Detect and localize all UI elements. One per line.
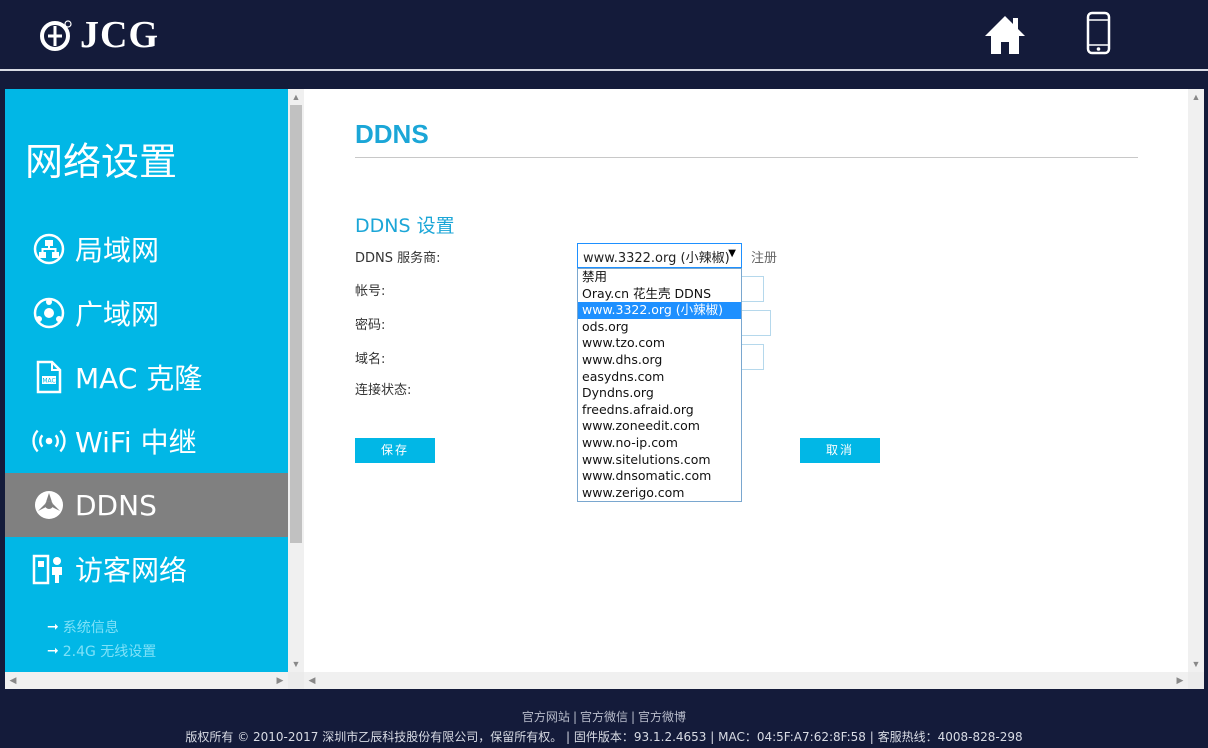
sidebar-item-wan[interactable]: 广域网 <box>5 281 288 345</box>
dropdown-option[interactable]: www.3322.org (小辣椒) <box>578 302 741 319</box>
footer-link-wechat[interactable]: 官方微信 <box>580 710 628 724</box>
dropdown-option[interactable]: freedns.afraid.org <box>578 402 741 419</box>
sidebar-item-mac-clone[interactable]: MAC MAC 克隆 <box>5 345 288 409</box>
brand-logo[interactable]: JCG <box>40 14 159 56</box>
footer-link-weibo[interactable]: 官方微博 <box>638 710 686 724</box>
dropdown-option[interactable]: www.zerigo.com <box>578 485 741 502</box>
dropdown-option[interactable]: www.sitelutions.com <box>578 452 741 469</box>
home-icon[interactable] <box>983 10 1027 63</box>
cancel-button[interactable]: 取消 <box>800 438 880 463</box>
content-vertical-scrollbar[interactable]: ▲ ▼ <box>1188 89 1204 672</box>
title-divider <box>355 157 1138 158</box>
dropdown-option[interactable]: ods.org <box>578 319 741 336</box>
sidebar-subitem-system-info[interactable]: ➞ 系统信息 <box>47 617 119 637</box>
brand-name: JCG <box>80 14 159 56</box>
sidebar-item-lan[interactable]: 局域网 <box>5 217 288 281</box>
mobile-phone-icon[interactable] <box>1085 10 1113 63</box>
scroll-left-icon[interactable]: ◀ <box>5 672 21 688</box>
provider-label: DDNS 服务商: <box>355 251 441 266</box>
sidebar-subitem-label: 系统信息 <box>62 620 119 636</box>
dropdown-option[interactable]: www.no-ip.com <box>578 435 741 452</box>
scrollbar-thumb[interactable] <box>290 105 302 543</box>
content-horizontal-scrollbar[interactable]: ◀ ▶ <box>304 672 1188 689</box>
scroll-right-icon[interactable]: ▶ <box>1172 672 1188 688</box>
sidebar-subitem-label: 2.4G 无线设置 <box>62 644 157 660</box>
header-divider <box>0 69 1208 71</box>
sidebar-vertical-scrollbar[interactable]: ▲ ▼ <box>288 89 304 672</box>
footer-link-website[interactable]: 官方网站 <box>522 710 570 724</box>
scroll-up-icon[interactable]: ▲ <box>1188 89 1204 105</box>
dropdown-option[interactable]: www.zoneedit.com <box>578 418 741 435</box>
connection-status-label: 连接状态: <box>355 383 412 398</box>
sidebar-item-wifi-repeater[interactable]: WiFi 中继 <box>5 409 288 473</box>
svg-text:MAC: MAC <box>42 378 55 385</box>
account-label: 帐号: <box>355 284 386 299</box>
sidebar-item-label: WiFi 中继 <box>75 426 197 459</box>
scroll-left-icon[interactable]: ◀ <box>304 672 320 688</box>
section-title: DDNS 设置 <box>355 215 455 237</box>
arrow-right-icon: ➞ <box>47 643 59 659</box>
sidebar-item-ddns[interactable]: DDNS <box>5 473 288 537</box>
top-header: JCG <box>0 0 1208 70</box>
sidebar-subitem-wireless-24g[interactable]: ➞ 2.4G 无线设置 <box>47 641 156 661</box>
sidebar-horizontal-scrollbar[interactable]: ◀ ▶ <box>5 672 288 689</box>
sidebar-title: 网络设置 <box>25 140 178 184</box>
footer-separator: | <box>631 710 636 724</box>
ddns-provider-dropdown-list[interactable]: 禁用 Oray.cn 花生壳 DDNS www.3322.org (小辣椒) ods.… <box>577 268 742 502</box>
sidebar-item-label: 访客网络 <box>75 554 188 587</box>
dropdown-option[interactable]: easydns.com <box>578 369 741 386</box>
sidebar: 网络设置 局域网 广域网 MAC MAC 克隆 WiFi 中继 DDNS 访客网… <box>5 89 288 672</box>
guest-network-icon <box>32 552 66 586</box>
password-label: 密码: <box>355 318 386 333</box>
scrollbar-corner <box>288 672 304 689</box>
scroll-down-icon[interactable]: ▼ <box>288 656 304 672</box>
ddns-provider-select[interactable]: www.3322.org (小辣椒) ▼ <box>577 243 742 268</box>
sidebar-item-label: DDNS <box>75 488 157 522</box>
wan-icon <box>32 296 66 330</box>
domain-label: 域名: <box>355 352 386 367</box>
scrollbar-corner <box>1188 672 1204 689</box>
save-button[interactable]: 保存 <box>355 438 435 463</box>
dropdown-option[interactable]: www.tzo.com <box>578 335 741 352</box>
jcg-logo-icon <box>40 18 74 52</box>
select-value: www.3322.org (小辣椒) <box>583 251 730 266</box>
mac-clone-icon: MAC <box>32 360 66 394</box>
dropdown-option[interactable]: Dyndns.org <box>578 385 741 402</box>
sidebar-item-guest-network[interactable]: 访客网络 <box>5 537 288 601</box>
wifi-repeater-icon <box>32 424 66 458</box>
scroll-up-icon[interactable]: ▲ <box>288 89 304 105</box>
register-link[interactable]: 注册 <box>751 247 777 266</box>
footer-separator: | <box>572 710 577 724</box>
footer-copyright: 版权所有 © 2010-2017 深圳市乙辰科技股份有限公司，保留所有权。 | … <box>185 730 1023 744</box>
dropdown-option[interactable]: 禁用 <box>578 269 741 286</box>
lan-icon <box>32 232 66 266</box>
scroll-right-icon[interactable]: ▶ <box>272 672 288 688</box>
sidebar-frame: 网络设置 局域网 广域网 MAC MAC 克隆 WiFi 中继 DDNS 访客网… <box>5 89 304 689</box>
dropdown-arrow-icon: ▼ <box>728 248 736 259</box>
sidebar-item-label: 广域网 <box>75 298 160 331</box>
content-frame: DDNS DDNS 设置 DDNS 服务商: 帐号: 密码: 域名: 连接状态:… <box>304 89 1204 689</box>
sidebar-item-label: 局域网 <box>75 234 160 267</box>
ddns-icon <box>32 488 66 522</box>
dropdown-option[interactable]: www.dnsomatic.com <box>578 468 741 485</box>
arrow-right-icon: ➞ <box>47 619 59 635</box>
dropdown-option[interactable]: www.dhs.org <box>578 352 741 369</box>
sidebar-item-label: MAC 克隆 <box>75 362 203 395</box>
dropdown-option[interactable]: Oray.cn 花生壳 DDNS <box>578 286 741 303</box>
page-title: DDNS <box>355 119 429 149</box>
scroll-down-icon[interactable]: ▼ <box>1188 656 1204 672</box>
footer-links: 官方网站 | 官方微信 | 官方微博 <box>0 708 1208 725</box>
